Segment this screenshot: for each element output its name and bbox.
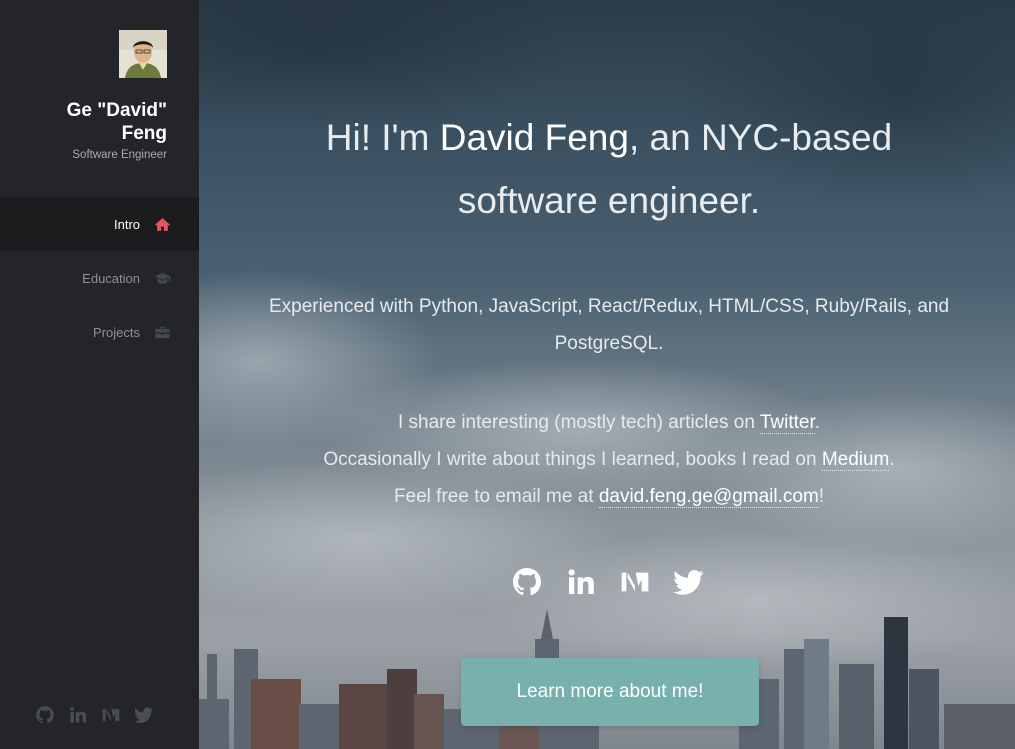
twitter-icon[interactable] — [673, 566, 705, 598]
sidebar-social-links — [35, 705, 154, 725]
hero-social-links — [511, 566, 705, 598]
nav-item-label: Projects — [93, 324, 140, 340]
home-icon — [155, 217, 170, 231]
profile-name: Ge "David" Feng — [66, 100, 167, 144]
medium-line-end: . — [889, 449, 895, 470]
email-line-end: ! — [818, 486, 825, 507]
medium-icon[interactable] — [101, 705, 121, 725]
email-line: Feel free to email me at david.feng.ge@g… — [259, 478, 959, 515]
linkedin-icon[interactable] — [68, 705, 88, 725]
github-icon[interactable] — [511, 566, 543, 598]
avatar — [119, 30, 167, 78]
email-link[interactable]: david.feng.ge@gmail.com — [598, 486, 819, 508]
about-paragraph: I share interesting (mostly tech) articl… — [259, 404, 959, 515]
nav-item-education[interactable]: Education — [0, 251, 199, 305]
twitter-line-text: I share interesting (mostly tech) articl… — [397, 412, 760, 433]
nav-item-label: Intro — [113, 216, 140, 232]
medium-line: Occasionally I write about things I lear… — [259, 441, 959, 478]
medium-line-text: Occasionally I write about things I lear… — [323, 449, 822, 470]
twitter-line: I share interesting (mostly tech) articl… — [259, 404, 959, 441]
email-line-text: Feel free to email me at — [393, 486, 599, 507]
github-icon[interactable] — [35, 705, 55, 725]
twitter-link[interactable]: Twitter — [759, 412, 815, 434]
hero-heading: Hi! I'm David Feng, an NYC-based softwar… — [259, 106, 959, 232]
sidebar: Ge "David" Feng Software Engineer Intro … — [0, 0, 199, 749]
medium-icon[interactable] — [619, 566, 651, 598]
skills-paragraph: Experienced with Python, JavaScript, Rea… — [268, 296, 950, 354]
twitter-line-end: . — [814, 412, 821, 433]
nav-item-intro[interactable]: Intro — [0, 197, 199, 251]
briefcase-icon — [155, 326, 170, 338]
hero-heading-prefix: Hi! I'm — [325, 117, 440, 158]
nav-item-projects[interactable]: Projects — [0, 305, 199, 359]
learn-more-button[interactable]: Learn more about me! — [461, 658, 759, 726]
profile-role: Software Engineer — [72, 149, 167, 161]
graduation-cap-icon — [154, 272, 171, 284]
hero-heading-name: David Feng — [439, 117, 629, 158]
nav-item-label: Education — [82, 270, 140, 286]
medium-link[interactable]: Medium — [821, 449, 890, 471]
hero-section: Hi! I'm David Feng, an NYC-based softwar… — [199, 0, 1015, 749]
twitter-icon[interactable] — [134, 705, 154, 725]
linkedin-icon[interactable] — [565, 566, 597, 598]
